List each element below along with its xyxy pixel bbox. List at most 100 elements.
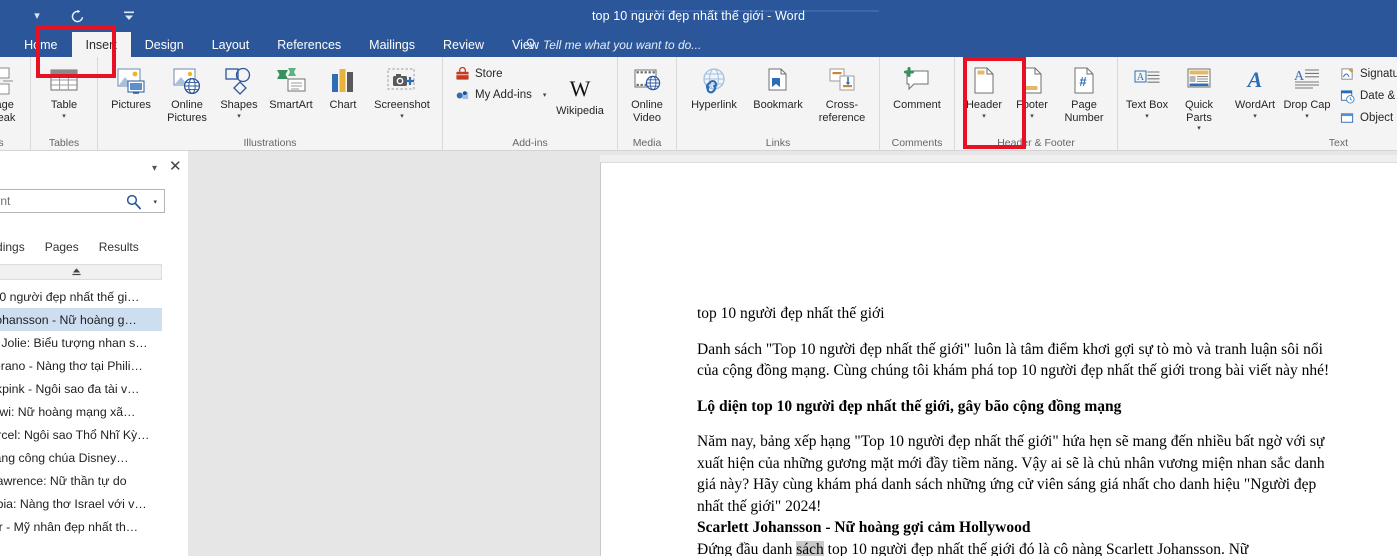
comment-button[interactable]: Comment [885, 60, 949, 112]
nav-heading-item[interactable]: de Ercel: Ngôi sao Thổ Nhĩ Kỳ… [0, 423, 190, 446]
nav-heading-item[interactable]: a Alawi: Nữ hoàng mạng xã… [0, 400, 190, 423]
text-box-label: Text Box [1125, 99, 1169, 111]
svg-text:A: A [1246, 67, 1263, 92]
wordart-button[interactable]: A WordArt ▾ [1227, 60, 1283, 121]
tab-file[interactable]: File [0, 32, 10, 57]
qat-dropdown-icon[interactable]: ▾ [24, 3, 50, 29]
shapes-icon [223, 64, 255, 96]
my-addins-caret-icon[interactable]: ▾ [543, 92, 547, 100]
navigation-pane-close-icon[interactable]: ✕ [169, 159, 182, 174]
header-label: Header [965, 99, 1003, 111]
nav-heading-item[interactable]: a: Nàng công chúa Disney… [0, 446, 190, 469]
search-icon[interactable] [125, 193, 142, 210]
tab-home[interactable]: Home [10, 32, 71, 57]
tab-mailings[interactable]: Mailings [355, 32, 429, 57]
tab-review[interactable]: Review [429, 32, 498, 57]
bookmark-button[interactable]: Bookmark [746, 60, 810, 112]
doc-last-after: top 10 người đẹp nhất thế giới đó là cô … [823, 540, 1249, 556]
object-button[interactable]: Object ▾ [1339, 110, 1397, 126]
cross-reference-button[interactable]: Cross-reference [810, 60, 874, 124]
nav-heading-item-selected[interactable]: ett Johansson - Nữ hoàng g… [0, 308, 162, 331]
online-pictures-button[interactable]: Online Pictures [159, 60, 215, 124]
quick-access-toolbar[interactable]: ▾ [0, 0, 142, 32]
nav-heading-item[interactable]: Blackpink - Ngôi sao đa tài v… [0, 377, 190, 400]
shapes-button[interactable]: Shapes ▾ [215, 60, 263, 121]
tab-layout[interactable]: Layout [198, 32, 264, 57]
table-caret-icon[interactable]: ▾ [62, 113, 66, 121]
header-caret-icon[interactable]: ▾ [982, 113, 986, 121]
customize-qat-icon[interactable] [116, 3, 142, 29]
smartart-label: SmartArt [269, 99, 313, 111]
tab-design[interactable]: Design [131, 32, 198, 57]
hyperlink-button[interactable]: Hyperlink [682, 60, 746, 112]
doc-last-before: Đứng đầu danh [697, 540, 797, 556]
tell-me-search[interactable]: Tell me what you want to do... [524, 32, 701, 57]
lightbulb-icon [524, 38, 537, 51]
object-icon [1339, 110, 1355, 126]
bookmark-icon [763, 64, 793, 96]
page-break-label: Page Break [0, 99, 16, 124]
nav-heading-item[interactable]: Shelbia: Nàng thơ Israel với v… [0, 492, 190, 515]
collapse-up-icon [71, 268, 81, 276]
wikipedia-icon: W [563, 70, 597, 102]
screenshot-caret-icon[interactable]: ▾ [400, 113, 404, 121]
search-options-caret-icon[interactable]: ▾ [153, 198, 157, 206]
navigation-pane-dropdown-icon[interactable]: ▾ [152, 163, 157, 174]
online-video-label: Online Video [631, 99, 663, 124]
table-icon [47, 64, 81, 96]
nav-heading-item[interactable]: elina Jolie: Biểu tượng nhan s… [0, 331, 190, 354]
chart-button[interactable]: Chart [319, 60, 367, 112]
nav-heading-item[interactable]: top 10 người đẹp nhất thế gi… [0, 285, 190, 308]
quick-parts-icon [1184, 64, 1214, 96]
signature-line-button[interactable]: Signature Line ▾ [1339, 66, 1397, 82]
nav-tab-pages[interactable]: Pages [35, 234, 89, 260]
navigation-headings-list[interactable]: top 10 người đẹp nhất thế gi… ett Johans… [0, 285, 190, 556]
tab-insert[interactable]: Insert [71, 32, 131, 57]
page-break-button[interactable]: Page Break [0, 60, 25, 124]
navigation-search-input[interactable]: ument [0, 194, 10, 208]
nav-tab-headings[interactable]: Headings [0, 234, 35, 260]
quick-parts-caret-icon[interactable]: ▾ [1197, 125, 1201, 133]
date-time-label: Date & Time [1360, 90, 1397, 102]
store-button[interactable]: Store [454, 66, 548, 82]
nav-heading-item[interactable]: uận [0, 538, 190, 556]
header-icon [970, 64, 998, 96]
smartart-button[interactable]: SmartArt [263, 60, 319, 112]
nav-tab-results[interactable]: Results [89, 234, 149, 260]
document-page[interactable]: top 10 người đẹp nhất thế giới Danh sách… [600, 162, 1397, 556]
pictures-button[interactable]: Pictures [103, 60, 159, 112]
group-label-links: Links [765, 137, 791, 149]
footer-caret-icon[interactable]: ▾ [1030, 113, 1034, 121]
drop-cap-caret-icon[interactable]: ▾ [1305, 113, 1309, 121]
table-button[interactable]: Table ▾ [36, 60, 92, 121]
page-number-button[interactable]: # Page Number [1056, 60, 1112, 124]
document-body[interactable]: top 10 người đẹp nhất thế giới Danh sách… [697, 303, 1337, 556]
group-label-comments: Comments [891, 137, 943, 149]
ribbon-tabs[interactable]: File Home Insert Design Layout Reference… [0, 32, 553, 57]
my-addins-button[interactable]: My Add-ins ▾ [454, 87, 548, 103]
online-video-button[interactable]: Online Video [623, 60, 671, 124]
footer-button[interactable]: Footer ▾ [1008, 60, 1056, 121]
quick-parts-button[interactable]: Quick Parts ▾ [1171, 60, 1227, 133]
drop-cap-button[interactable]: A Drop Cap ▾ [1283, 60, 1331, 121]
store-label: Store [475, 68, 503, 80]
redo-icon[interactable] [64, 3, 90, 29]
navigation-collapse-bar[interactable] [0, 264, 162, 280]
text-box-button[interactable]: A Text Box ▾ [1123, 60, 1171, 121]
screenshot-icon [386, 64, 418, 96]
ribbon-group-header-footer: Header ▾ Footer ▾ # Page Number Header &… [954, 57, 1117, 151]
nav-heading-item[interactable]: Soberano - Nàng thơ tại Phili… [0, 354, 190, 377]
tab-references[interactable]: References [263, 32, 355, 57]
navigation-search-box[interactable]: ument ▾ [0, 189, 165, 213]
nav-heading-item[interactable]: fer Lawrence: Nữ thần tự do [0, 469, 190, 492]
date-time-button[interactable]: Date & Time [1339, 88, 1397, 104]
wordart-caret-icon[interactable]: ▾ [1253, 113, 1257, 121]
header-button[interactable]: Header ▾ [960, 60, 1008, 121]
screenshot-button[interactable]: Screenshot ▾ [367, 60, 437, 121]
text-box-caret-icon[interactable]: ▾ [1145, 113, 1149, 121]
nav-heading-item[interactable]: Omar - Mỹ nhân đẹp nhất th… [0, 515, 190, 538]
object-label: Object [1360, 112, 1394, 124]
wikipedia-button[interactable]: W Wikipedia [548, 60, 612, 118]
shapes-caret-icon[interactable]: ▾ [237, 113, 241, 121]
navigation-tabs[interactable]: Headings Pages Results [0, 234, 190, 260]
